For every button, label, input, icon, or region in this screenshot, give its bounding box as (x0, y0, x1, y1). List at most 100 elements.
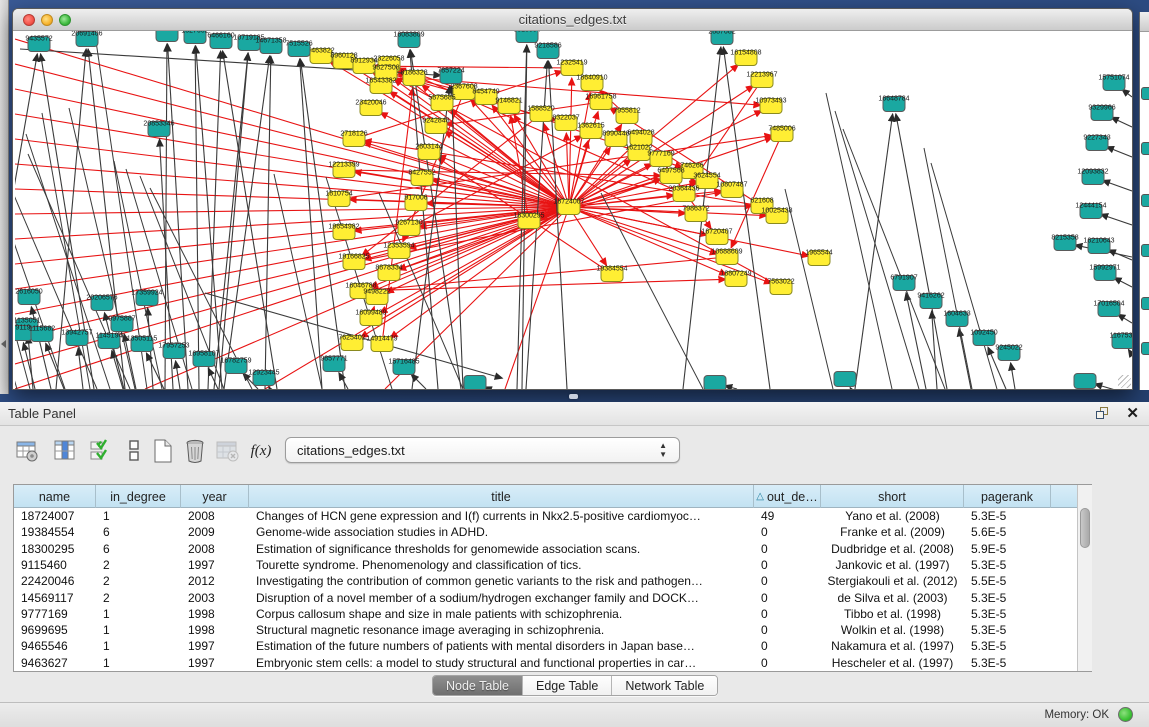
teal-node[interactable]: 1145194 (96, 333, 123, 349)
cell-pagerank[interactable]: 5.3E-5 (964, 508, 1051, 524)
cell-pagerank[interactable]: 5.3E-5 (964, 557, 1051, 573)
cell-year[interactable]: 1997 (181, 638, 249, 654)
cell-out_de[interactable]: 0 (754, 638, 821, 654)
cell-pagerank[interactable]: 5.3E-5 (964, 590, 1051, 606)
cell-in_degree[interactable]: 2 (96, 573, 181, 589)
yellow-node[interactable]: 7955812 (613, 108, 640, 124)
teal-node[interactable]: 1167533 (1110, 333, 1132, 349)
cell-out_de[interactable]: 0 (754, 606, 821, 622)
cell-name[interactable]: 22420046 (14, 573, 96, 589)
yellow-node[interactable]: 16543382 (365, 78, 396, 94)
table-row[interactable]: 969969511998Structural magnetic resonanc… (14, 622, 1077, 638)
function-builder-icon[interactable]: f(x) (248, 438, 274, 464)
teal-node[interactable]: 9416262 (917, 293, 944, 309)
cell-short[interactable]: Yano et al. (2008) (821, 508, 964, 524)
cell-name[interactable]: 19384554 (14, 524, 96, 540)
cell-in_degree[interactable]: 1 (96, 508, 181, 524)
table-row[interactable]: 1938455462009Genome-wide association stu… (14, 524, 1077, 540)
teal-node[interactable]: 6466160 (207, 33, 234, 49)
yellow-node[interactable]: 1810754 (325, 191, 352, 207)
table-row[interactable]: 2242004622012Investigating the contribut… (14, 573, 1077, 589)
yellow-node[interactable]: 917006 (404, 195, 427, 211)
cell-title[interactable]: Investigating the contribution of common… (249, 573, 754, 589)
yellow-node[interactable]: 16961758 (585, 94, 616, 110)
yellow-node[interactable]: 12213399 (328, 162, 359, 178)
teal-node[interactable]: 8813054 (513, 31, 540, 43)
window-titlebar[interactable]: citations_edges.txt (13, 9, 1132, 31)
column-header-name[interactable]: name (14, 485, 96, 508)
cell-name[interactable]: 9115460 (14, 557, 96, 573)
yellow-node[interactable]: 19384554 (596, 266, 627, 282)
cell-name[interactable]: 18300295 (14, 541, 96, 557)
tab-edge-table[interactable]: Edge Table (523, 676, 612, 695)
yellow-node[interactable]: 10688609 (711, 249, 742, 265)
window-resize-grip[interactable] (1118, 375, 1131, 388)
cell-pagerank[interactable]: 5.3E-5 (964, 606, 1051, 622)
teal-node[interactable]: 9227343 (1083, 135, 1110, 151)
yellow-node[interactable]: 2803144 (415, 144, 442, 160)
table-row[interactable]: 977716911998Corpus callosum shape and si… (14, 606, 1077, 622)
cell-pagerank[interactable]: 5.3E-5 (964, 638, 1051, 654)
cell-out_de[interactable]: 0 (754, 573, 821, 589)
table-row[interactable]: 946554611997Estimation of the future num… (14, 638, 1077, 654)
teal-node[interactable]: 2616050 (15, 289, 42, 305)
tab-network-table[interactable]: Network Table (612, 676, 717, 695)
cell-short[interactable]: Tibbo et al. (1998) (821, 606, 964, 622)
table-mode-icon[interactable] (14, 438, 40, 464)
cell-year[interactable]: 2008 (181, 541, 249, 557)
cell-name[interactable]: 9463627 (14, 655, 96, 671)
row-selection-icon[interactable] (88, 438, 114, 464)
cell-title[interactable]: Tourette syndrome. Phenomenology and cla… (249, 557, 754, 573)
show-columns-icon[interactable] (52, 438, 78, 464)
teal-node[interactable]: 16648784 (878, 96, 909, 112)
cell-title[interactable]: Estimation of the future numbers of pati… (249, 638, 754, 654)
yellow-node[interactable]: 7563022 (767, 279, 794, 295)
cell-in_degree[interactable]: 1 (96, 638, 181, 654)
cell-in_degree[interactable]: 1 (96, 622, 181, 638)
teal-node[interactable]: 13942757 (61, 330, 92, 346)
delete-entries-icon[interactable] (182, 438, 208, 464)
cell-name[interactable]: 14569117 (14, 590, 96, 606)
teal-node[interactable]: 9975887 (108, 316, 135, 332)
yellow-node[interactable]: 16154808 (730, 50, 761, 66)
yellow-node[interactable]: 20364436 (668, 186, 699, 202)
yellow-node[interactable]: 9146821 (495, 98, 522, 114)
yellow-node[interactable]: 9242848 (422, 118, 449, 134)
teal-node[interactable]: 15992971 (1089, 265, 1120, 281)
teal-node[interactable]: 7857224 (437, 68, 464, 84)
create-table-icon[interactable] (150, 438, 176, 464)
teal-node[interactable]: 12093832 (1077, 169, 1108, 185)
teal-node[interactable]: 9218586 (534, 43, 561, 59)
teal-node[interactable] (834, 372, 856, 387)
cell-short[interactable]: Hescheler et al. (1997) (821, 655, 964, 671)
cell-pagerank[interactable]: 5.3E-5 (964, 622, 1051, 638)
cell-name[interactable]: 9465546 (14, 638, 96, 654)
memory-status-indicator[interactable] (1118, 707, 1133, 722)
teal-node[interactable]: 16782759 (220, 358, 251, 374)
cell-short[interactable]: Franke et al. (2009) (821, 524, 964, 540)
cell-out_de[interactable]: 0 (754, 590, 821, 606)
cell-title[interactable]: Embryonic stem cells: a model to study s… (249, 655, 754, 671)
yellow-node[interactable]: 5875685 (428, 95, 455, 111)
cell-title[interactable]: Genome-wide association studies in ADHD. (249, 524, 754, 540)
yellow-node[interactable]: 1362615 (577, 123, 604, 139)
teal-node[interactable]: 12444154 (1075, 203, 1106, 219)
table-row[interactable]: 1872400712008Changes of HCN gene express… (14, 508, 1077, 524)
cell-title[interactable]: Estimation of significance thresholds fo… (249, 541, 754, 557)
yellow-node[interactable]: 9498222 (363, 289, 390, 305)
cell-year[interactable]: 1997 (181, 557, 249, 573)
cell-out_de[interactable]: 0 (754, 557, 821, 573)
cell-in_degree[interactable]: 2 (96, 557, 181, 573)
cell-in_degree[interactable]: 6 (96, 524, 181, 540)
network-canvas[interactable]: 1872400718300295746382289601288912934232… (15, 31, 1132, 389)
yellow-node[interactable]: 2718126 (340, 131, 367, 147)
teal-node[interactable] (464, 376, 486, 390)
yellow-node[interactable]: 8878334 (375, 265, 402, 281)
teal-node[interactable]: 13505115 (127, 336, 158, 352)
splitter-handle[interactable] (569, 394, 578, 399)
cell-name[interactable]: 18724007 (14, 508, 96, 524)
table-row[interactable]: 1456911722003Disruption of a novel membe… (14, 590, 1077, 606)
teal-node[interactable]: 9245022 (995, 345, 1022, 361)
close-panel-icon[interactable]: ✕ (1126, 404, 1139, 422)
yellow-node[interactable]: 23420046 (355, 100, 386, 116)
